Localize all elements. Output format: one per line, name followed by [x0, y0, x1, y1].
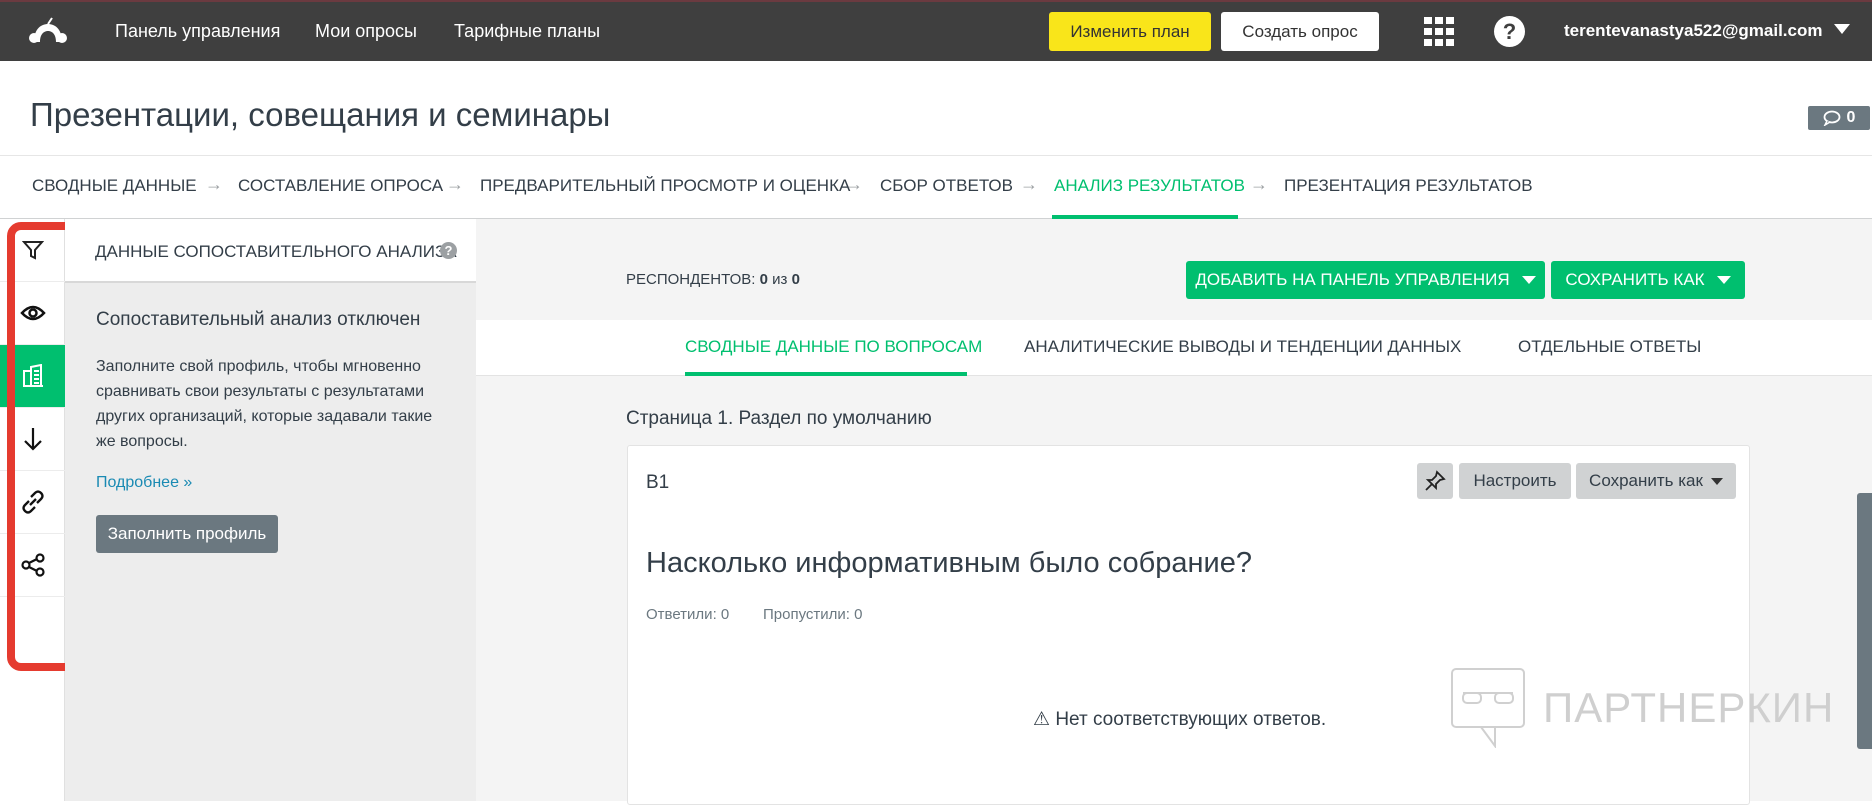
watermark-text: ПАРТНЕРКИН	[1543, 684, 1835, 731]
arrow-right-icon: →	[1020, 174, 1038, 194]
save-as-button[interactable]: СОХРАНИТЬ КАК	[1551, 261, 1745, 299]
question-card: В1 Настроить Сохранить как Насколько инф…	[627, 445, 1750, 805]
step-collect[interactable]: СБОР ОТВЕТОВ	[880, 176, 1013, 196]
comment-icon	[1823, 110, 1840, 126]
tab-question-summaries[interactable]: СВОДНЫЕ ДАННЫЕ ПО ВОПРОСАМ	[685, 337, 982, 357]
benchmark-panel: ДАННЫЕ СОПОСТАВИТЕЛЬНОГО АНАЛИЗА ? Сопос…	[65, 219, 476, 801]
no-responses-message: ⚠ Нет соответствующих ответов.	[1033, 708, 1326, 731]
respondents-label: РЕСПОНДЕНТОВ:	[626, 271, 756, 288]
answered-count: Ответили: 0	[646, 606, 730, 623]
save-as-label: СОХРАНИТЬ КАК	[1565, 270, 1705, 289]
top-navbar: Панель управления Мои опросы Тарифные пл…	[0, 0, 1872, 61]
add-to-dashboard-button[interactable]: ДОБАВИТЬ НА ПАНЕЛЬ УПРАВЛЕНИЯ	[1186, 261, 1545, 299]
add-dashboard-label: ДОБАВИТЬ НА ПАНЕЛЬ УПРАВЛЕНИЯ	[1195, 270, 1510, 289]
skipped-count: Пропустили: 0	[763, 606, 863, 623]
watermark-logo-icon	[1451, 668, 1525, 748]
comments-count: 0	[1846, 109, 1856, 126]
upgrade-button[interactable]: Изменить план	[1049, 12, 1211, 51]
question-save-as-button[interactable]: Сохранить как	[1576, 463, 1736, 499]
panel-header: ДАННЫЕ СОПОСТАВИТЕЛЬНОГО АНАЛИЗА ?	[65, 219, 476, 283]
tab-individual-responses[interactable]: ОТДЕЛЬНЫЕ ОТВЕТЫ	[1518, 337, 1701, 357]
watermark: ПАРТНЕРКИН	[1451, 668, 1834, 748]
question-text: Насколько информативным было собрание?	[646, 547, 1252, 579]
respondents-of: из	[772, 271, 788, 288]
step-summary[interactable]: СВОДНЫЕ ДАННЫЕ	[32, 176, 197, 196]
customize-button[interactable]: Настроить	[1459, 463, 1571, 499]
nav-plans[interactable]: Тарифные планы	[454, 21, 600, 42]
step-analyze[interactable]: АНАЛИЗ РЕЗУЛЬТАТОВ	[1054, 176, 1245, 196]
step-present[interactable]: ПРЕЗЕНТАЦИЯ РЕЗУЛЬТАТОВ	[1284, 176, 1533, 196]
arrow-right-icon: →	[845, 174, 863, 194]
panel-title: ДАННЫЕ СОПОСТАВИТЕЛЬНОГО АНАЛИЗА	[95, 242, 457, 261]
help-icon[interactable]: ?	[1494, 16, 1525, 47]
help-icon[interactable]: ?	[440, 242, 457, 259]
step-design[interactable]: СОСТАВЛЕНИЕ ОПРОСА	[238, 176, 443, 196]
create-survey-button[interactable]: Создать опрос	[1221, 12, 1379, 51]
respondents-count: РЕСПОНДЕНТОВ: 0 из 0	[626, 271, 800, 288]
caret-down-icon	[1716, 276, 1731, 284]
scrollbar[interactable]	[1857, 493, 1872, 749]
no-responses-text: Нет соответствующих ответов.	[1055, 709, 1327, 730]
respondents-total: 0	[791, 271, 800, 288]
nav-my-surveys[interactable]: Мои опросы	[315, 21, 417, 42]
question-save-as-label: Сохранить как	[1589, 471, 1703, 490]
fill-profile-button[interactable]: Заполнить профиль	[96, 515, 278, 553]
panel-description: Заполните свой профиль, чтобы мгновенно …	[96, 358, 433, 450]
step-preview[interactable]: ПРЕДВАРИТЕЛЬНЫЙ ПРОСМОТР И ОЦЕНКА	[480, 176, 850, 196]
comments-button[interactable]: 0	[1808, 106, 1870, 130]
surveymonkey-logo-icon[interactable]	[28, 16, 68, 48]
question-number: В1	[646, 472, 670, 493]
learn-more-link[interactable]: Подробнее »	[96, 474, 192, 492]
nav-dashboard[interactable]: Панель управления	[115, 21, 280, 42]
tab-insights[interactable]: АНАЛИТИЧЕСКИЕ ВЫВОДЫ И ТЕНДЕНЦИИ ДАННЫХ	[1024, 337, 1461, 357]
respondents-shown: 0	[759, 271, 768, 288]
pin-icon	[1425, 470, 1446, 491]
page-heading: Страница 1. Раздел по умолчанию	[626, 408, 932, 429]
survey-title: Презентации, совещания и семинары	[30, 96, 611, 133]
active-tab-underline	[685, 372, 967, 376]
caret-down-icon	[1710, 477, 1723, 485]
pin-button[interactable]	[1417, 463, 1453, 499]
account-email[interactable]: terentevanastya522@gmail.com	[1564, 21, 1822, 41]
account-caret-icon[interactable]	[1834, 24, 1850, 34]
arrow-right-icon: →	[446, 174, 464, 194]
breadcrumb: СВОДНЫЕ ДАННЫЕ → СОСТАВЛЕНИЕ ОПРОСА → ПР…	[0, 155, 1872, 219]
panel-heading: Сопоставительный анализ отключен	[96, 309, 421, 330]
arrow-right-icon: →	[205, 174, 223, 194]
caret-down-icon	[1521, 276, 1536, 284]
arrow-right-icon: →	[1250, 174, 1268, 194]
warning-icon: ⚠	[1033, 709, 1051, 730]
apps-grid-icon[interactable]	[1424, 17, 1455, 47]
